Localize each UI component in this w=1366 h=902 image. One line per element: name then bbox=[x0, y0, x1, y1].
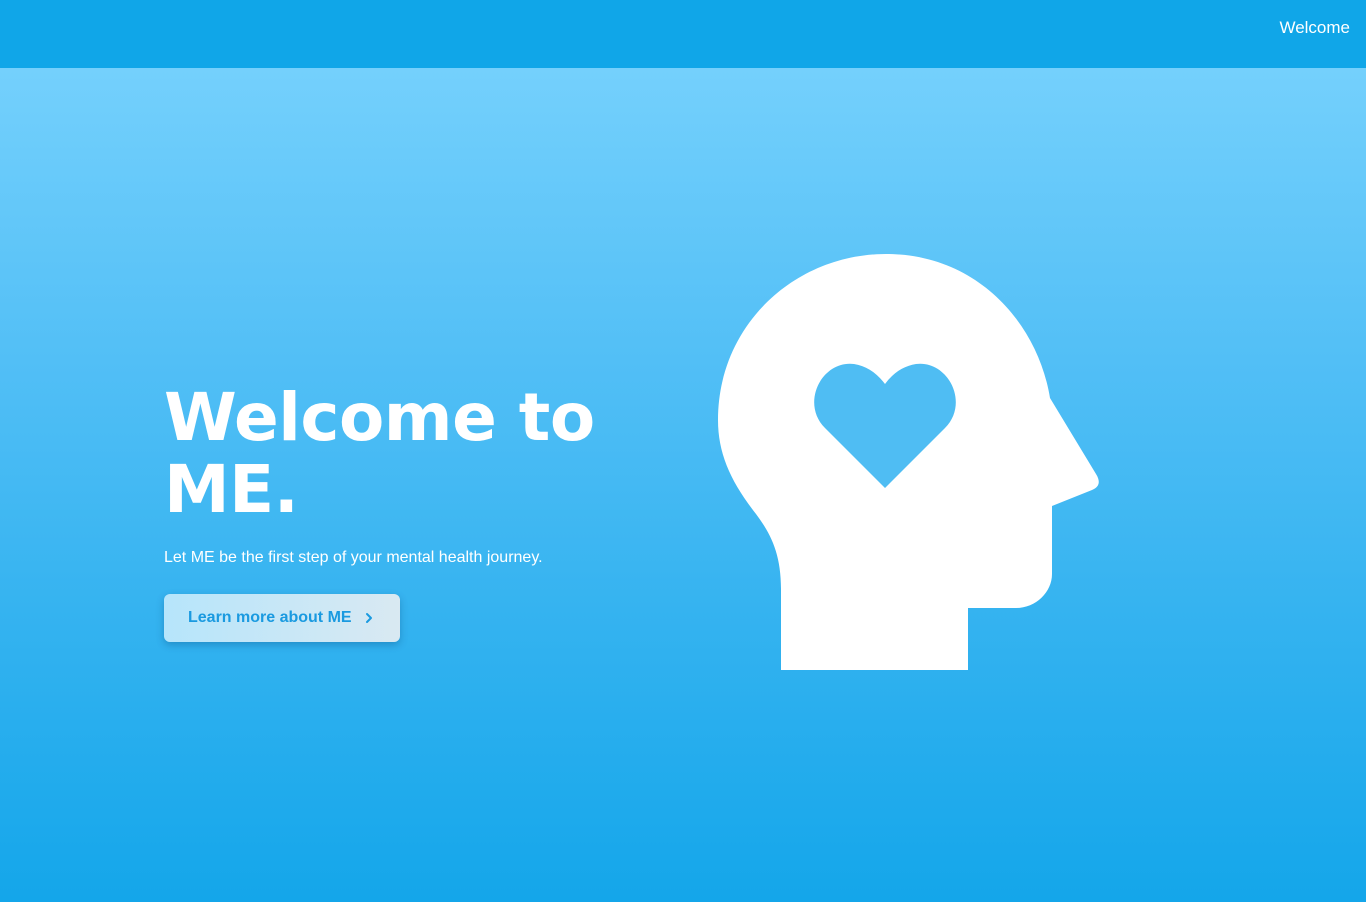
hero-section: Welcome to ME. Let ME be the first step … bbox=[0, 68, 1366, 902]
chevron-right-icon bbox=[364, 612, 374, 624]
learn-more-button[interactable]: Learn more about ME bbox=[164, 594, 400, 642]
learn-more-button-label: Learn more about ME bbox=[188, 609, 352, 626]
hero-subtitle: Let ME be the first step of your mental … bbox=[164, 549, 543, 566]
hero-title: Welcome to ME. bbox=[164, 379, 595, 528]
nav-welcome-link[interactable]: Welcome bbox=[1279, 18, 1350, 38]
top-nav-bar: Welcome bbox=[0, 0, 1366, 68]
hero-text-block: Welcome to ME. Let ME be the first step … bbox=[164, 382, 664, 568]
head-with-heart-icon bbox=[718, 254, 1099, 670]
